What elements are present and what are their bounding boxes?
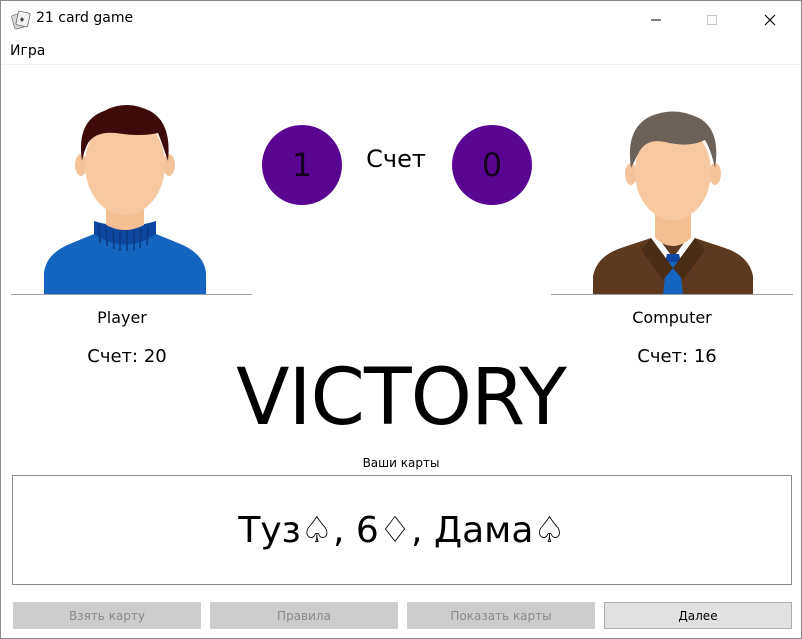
show-cards-button[interactable]: Показать карты (407, 602, 595, 629)
close-icon (764, 14, 776, 26)
computer-divider (551, 294, 793, 295)
computer-score-badge: 0 (452, 125, 532, 205)
close-button[interactable] (747, 1, 793, 39)
maximize-button[interactable] (689, 1, 735, 39)
minimize-icon (651, 19, 661, 21)
menu-item-game[interactable]: Игра (10, 43, 45, 59)
cards-caption: Ваши карты (362, 456, 440, 470)
computer-avatar (593, 111, 753, 295)
cards-panel: Туз♤, 6♢, Дама♤ (12, 475, 792, 585)
player-avatar (44, 105, 206, 295)
minimize-button[interactable] (633, 1, 679, 39)
next-button[interactable]: Далее (604, 602, 792, 629)
game-window: 21 card game Игра Player Computer Счет: … (0, 0, 802, 639)
score-label: Счет (366, 145, 426, 173)
player-score-badge: 1 (262, 125, 342, 205)
result-text: VICTORY (236, 353, 567, 443)
cards-list: Туз♤, 6♢, Дама♤ (238, 509, 566, 551)
player-name: Player (97, 308, 147, 327)
menu-bar: Игра (1, 39, 801, 65)
maximize-icon (707, 15, 717, 25)
player-divider (11, 294, 252, 295)
take-card-button[interactable]: Взять карту (13, 602, 201, 629)
rules-button[interactable]: Правила (210, 602, 398, 629)
computer-name: Computer (632, 308, 712, 327)
app-cards-icon (11, 10, 31, 30)
window-title: 21 card game (36, 10, 134, 26)
title-bar[interactable]: 21 card game (1, 1, 801, 39)
